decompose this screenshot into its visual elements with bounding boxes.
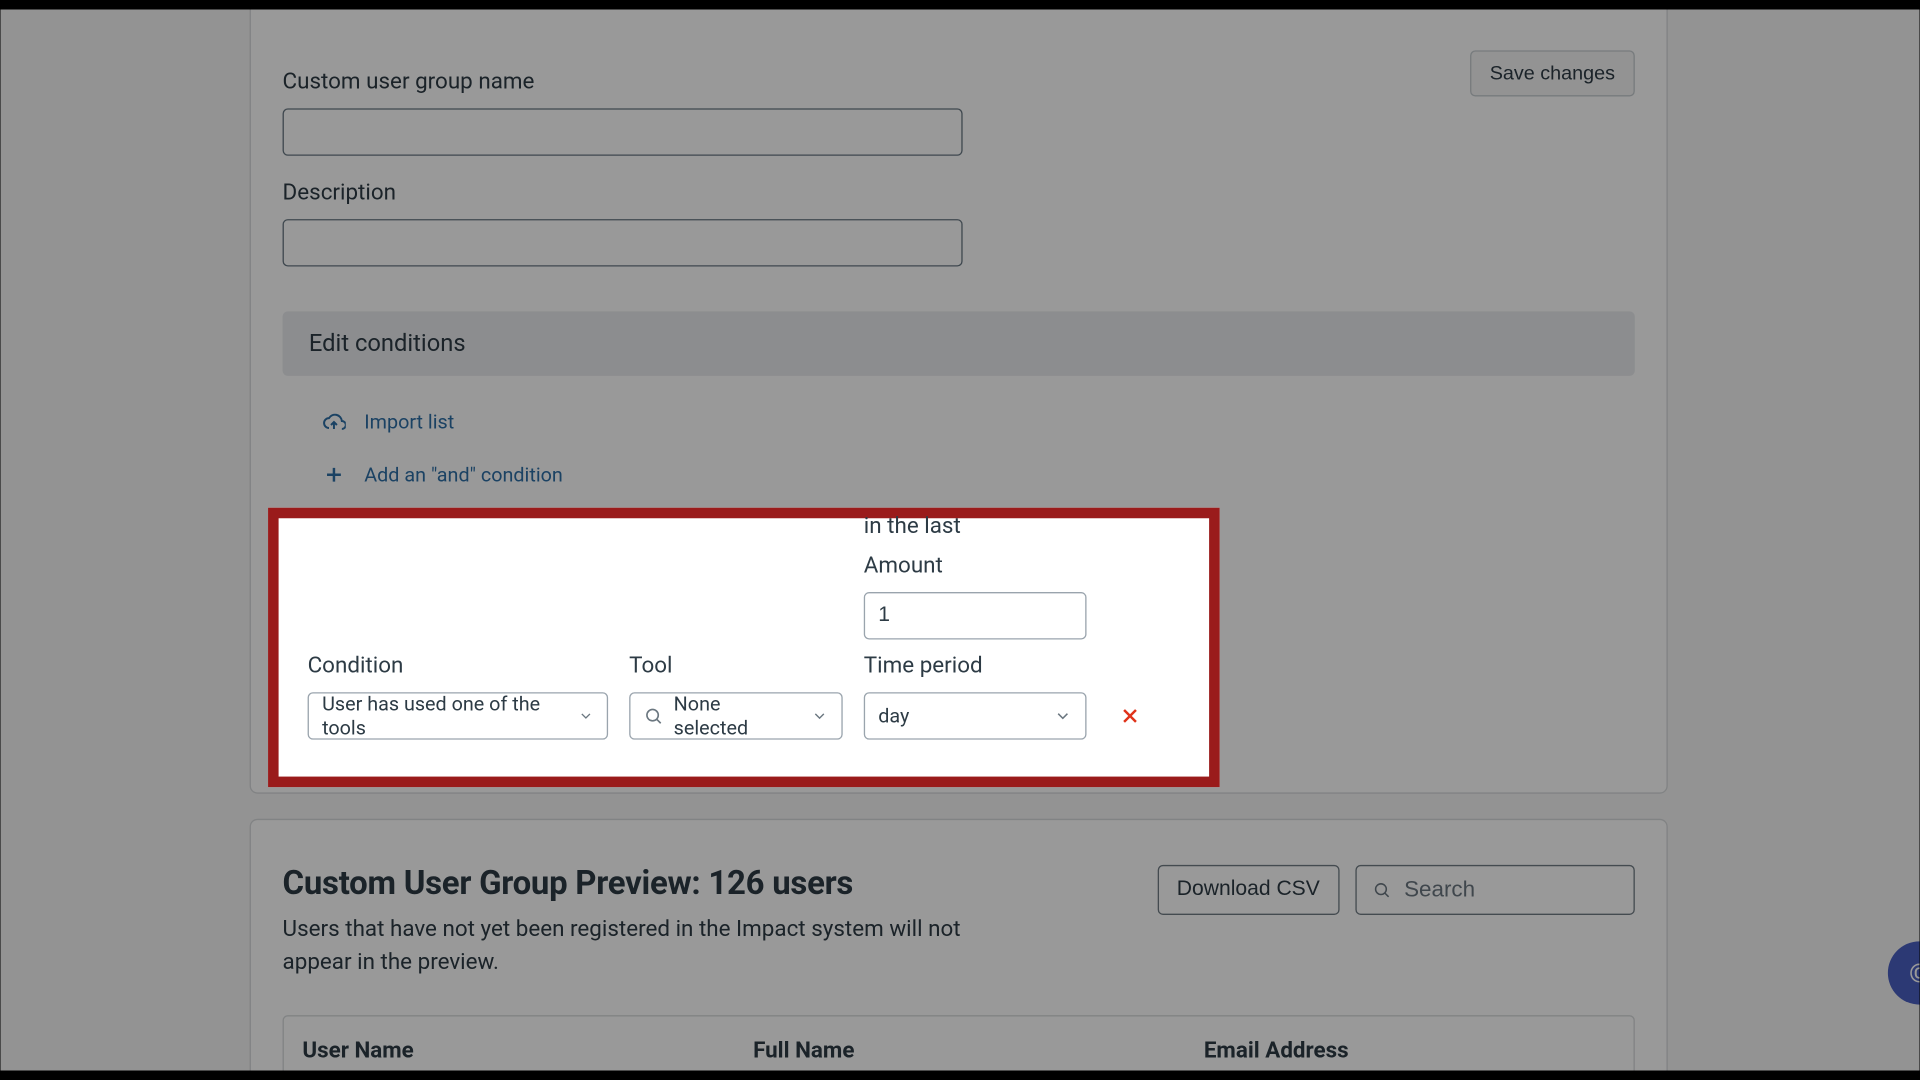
amount-timeperiod-column: in the last Amount Time period day <box>864 513 1087 740</box>
tool-select[interactable]: None selected <box>629 692 843 739</box>
amount-label: Amount <box>864 553 1087 579</box>
search-box[interactable] <box>1355 865 1634 915</box>
search-icon <box>644 705 663 726</box>
search-input[interactable] <box>1404 877 1618 903</box>
chevron-down-icon <box>577 707 593 725</box>
tool-label: Tool <box>629 653 843 679</box>
add-condition-label: Add an "and" condition <box>364 463 563 487</box>
help-icon: © <box>1909 957 1919 989</box>
chevron-down-icon <box>811 707 828 725</box>
condition-column: Condition User has used one of the tools <box>308 653 609 740</box>
search-icon <box>1373 879 1391 900</box>
chevron-down-icon <box>1054 707 1072 725</box>
tool-value: None selected <box>674 692 790 739</box>
preview-table-header: User Name Full Name Email Address <box>283 1016 1635 1071</box>
preview-subtitle: Users that have not yet been registered … <box>283 914 995 979</box>
name-label: Custom user group name <box>283 69 1635 95</box>
upload-cloud-icon <box>322 410 346 434</box>
amount-input[interactable] <box>864 592 1087 639</box>
description-field-row: Description <box>283 180 1635 267</box>
condition-row-highlight: Condition User has used one of the tools… <box>268 508 1220 787</box>
name-field-row: Custom user group name <box>283 69 1635 156</box>
name-input[interactable] <box>283 108 963 155</box>
import-list-label: Import list <box>364 410 454 434</box>
description-input[interactable] <box>283 219 963 266</box>
download-csv-button[interactable]: Download CSV <box>1157 865 1340 915</box>
help-fab[interactable]: © <box>1888 941 1920 1004</box>
description-label: Description <box>283 180 1635 206</box>
time-period-select[interactable]: day <box>864 692 1087 739</box>
time-period-label: Time period <box>864 653 1087 679</box>
col-user-name: User Name <box>284 1017 735 1071</box>
conditions-header: Edit conditions <box>283 311 1635 376</box>
save-button[interactable]: Save changes <box>1470 50 1635 96</box>
preview-title: Custom User Group Preview: 126 users <box>283 865 995 903</box>
add-condition-link[interactable]: Add an "and" condition <box>322 463 1666 487</box>
plus-icon <box>322 463 346 487</box>
close-icon <box>1118 704 1142 728</box>
condition-label: Condition <box>308 653 609 679</box>
condition-select[interactable]: User has used one of the tools <box>308 692 609 739</box>
col-email: Email Address <box>1185 1017 1633 1071</box>
col-full-name: Full Name <box>735 1017 1186 1071</box>
preview-panel: Custom User Group Preview: 126 users Use… <box>250 819 1668 1071</box>
delete-condition-button[interactable] <box>1118 692 1142 739</box>
import-list-link[interactable]: Import list <box>322 410 1666 434</box>
in-the-last-label: in the last <box>864 513 1087 539</box>
condition-value: User has used one of the tools <box>322 692 556 739</box>
tool-column: Tool None selected <box>629 653 843 740</box>
time-period-value: day <box>878 704 909 728</box>
